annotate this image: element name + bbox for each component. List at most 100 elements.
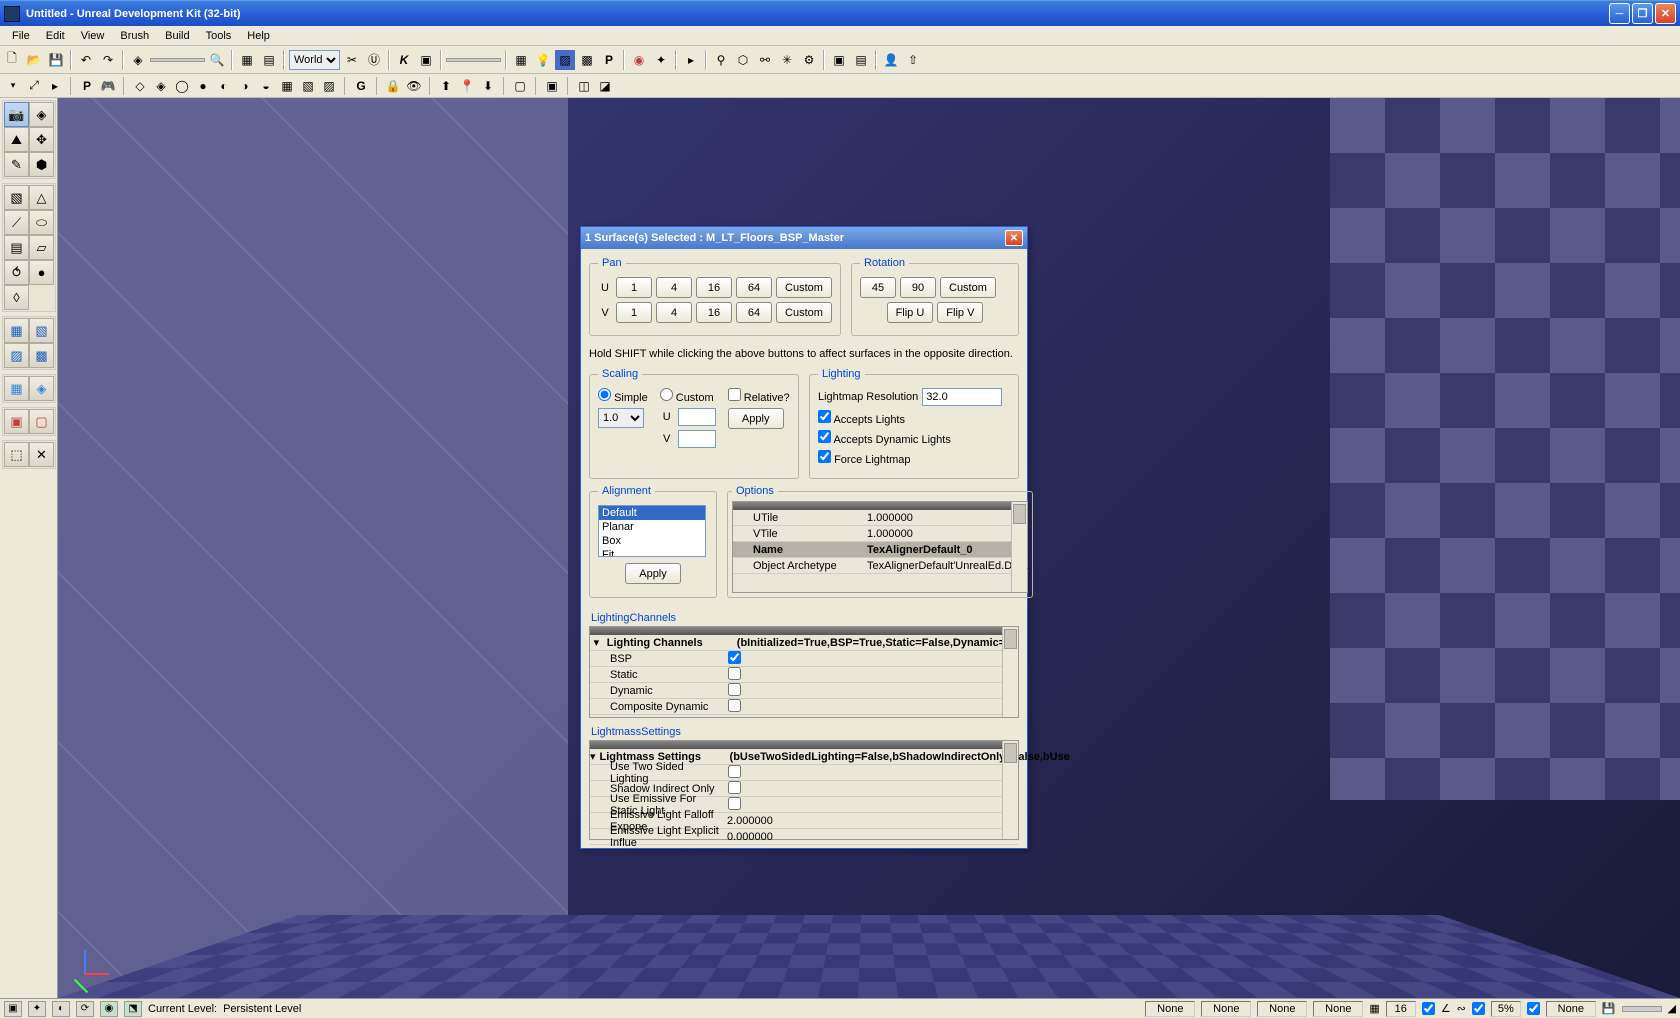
build-geom-icon[interactable]: ▦ xyxy=(511,50,531,70)
chevron-right-icon[interactable]: ▸ xyxy=(46,77,64,95)
build-lighting-icon[interactable]: 💡 xyxy=(533,50,553,70)
options-scrollbar[interactable] xyxy=(1011,502,1027,592)
close-button[interactable]: ✕ xyxy=(1655,3,1676,24)
maximize-button[interactable]: ❐ xyxy=(1632,3,1653,24)
csg-deintersect-icon[interactable]: ▩ xyxy=(29,343,54,368)
select-all-icon[interactable]: ✕ xyxy=(29,442,54,467)
sb-autosave-icon[interactable]: 💾 xyxy=(1602,1002,1616,1015)
menu-edit[interactable]: Edit xyxy=(38,28,73,44)
sb-radii-icon[interactable]: ◉ xyxy=(100,1001,118,1017)
transform-widget-icon[interactable]: ◈ xyxy=(128,50,148,70)
mesh-paint-icon[interactable]: ⬢ xyxy=(29,152,54,177)
hide-selected-icon[interactable]: ▢ xyxy=(29,409,54,434)
pan-v-16-button[interactable]: 16 xyxy=(696,302,732,323)
post-process-icon[interactable]: ◫ xyxy=(575,77,593,95)
unreal-icon[interactable]: Ⓤ xyxy=(364,50,384,70)
camera-speed-icon[interactable]: ⬆ xyxy=(437,77,455,95)
world-dropdown[interactable]: World xyxy=(289,50,340,70)
alignment-apply-button[interactable]: Apply xyxy=(625,563,681,584)
accepts-dynamic-checkbox[interactable]: Accepts Dynamic Lights xyxy=(818,430,951,446)
cone-brush-icon[interactable]: △ xyxy=(29,185,54,210)
pan-v-64-button[interactable]: 64 xyxy=(736,302,772,323)
volume-brush-icon[interactable]: ◈ xyxy=(29,376,54,401)
undo-icon[interactable]: ↶ xyxy=(76,50,96,70)
lm-emissive-checkbox[interactable] xyxy=(728,797,741,810)
menu-tools[interactable]: Tools xyxy=(198,28,240,44)
alignment-item-fit[interactable]: Fit xyxy=(599,548,705,557)
sb-psys-icon[interactable]: ✦ xyxy=(28,1001,46,1017)
expand-icon[interactable]: ⤢ xyxy=(25,77,43,95)
sb-field-1[interactable]: None xyxy=(1145,1001,1195,1017)
scaling-simple-radio[interactable]: Simple xyxy=(598,388,648,404)
sb-none-end[interactable]: None xyxy=(1546,1001,1596,1017)
sb-scale-icon[interactable]: ⬔ xyxy=(124,1001,142,1017)
rotate-90-button[interactable]: 90 xyxy=(900,277,936,298)
pan-u-custom-button[interactable]: Custom xyxy=(776,277,832,298)
lm-explicit-input[interactable] xyxy=(724,828,1018,846)
sb-field-4[interactable]: None xyxy=(1313,1001,1363,1017)
alignment-item-box[interactable]: Box xyxy=(599,534,705,548)
cube-brush-icon[interactable]: ▧ xyxy=(4,185,29,210)
pan-u-1-button[interactable]: 1 xyxy=(616,277,652,298)
alignment-item-default[interactable]: Default xyxy=(599,506,705,520)
transform-slider[interactable] xyxy=(150,58,205,62)
texture-mode-icon[interactable]: ✎ xyxy=(4,152,29,177)
sphere-brush-icon[interactable]: ● xyxy=(29,260,54,285)
show-selected-icon[interactable]: ▣ xyxy=(4,409,29,434)
scaling-u-input[interactable] xyxy=(678,408,716,426)
sb-check1[interactable] xyxy=(1422,1002,1435,1015)
wire-brush-icon[interactable]: ◈ xyxy=(152,77,170,95)
sb-percent[interactable]: 5% xyxy=(1491,1001,1521,1017)
camera-pin-icon[interactable]: 📍 xyxy=(458,77,476,95)
utile-val[interactable]: 1.000000 xyxy=(863,512,1027,524)
build-cover-icon[interactable]: ▩ xyxy=(577,50,597,70)
light-complexity-icon[interactable]: ◒ xyxy=(257,77,275,95)
lc-scrollbar[interactable] xyxy=(1002,627,1018,717)
vtile-val[interactable]: 1.000000 xyxy=(863,528,1027,540)
sb-snap-value[interactable]: 16 xyxy=(1386,1001,1416,1017)
pan-v-1-button[interactable]: 1 xyxy=(616,302,652,323)
scaling-custom-radio[interactable]: Custom xyxy=(660,388,714,404)
lighting-only-icon[interactable]: ◑ xyxy=(236,77,254,95)
force-lightmap-checkbox[interactable]: Force Lightmap xyxy=(818,450,911,466)
sb-resize-grip-icon[interactable]: ◢ xyxy=(1668,1002,1676,1015)
pan-u-16-button[interactable]: 16 xyxy=(696,277,732,298)
sb-prefab-icon[interactable]: ▣ xyxy=(4,1001,22,1017)
nav-icon[interactable]: ⬡ xyxy=(733,50,753,70)
sb-lod-icon[interactable]: ◐ xyxy=(52,1001,70,1017)
search-icon[interactable]: 🔍 xyxy=(207,50,227,70)
sb-stream-icon[interactable]: ⟳ xyxy=(76,1001,94,1017)
wireframe-icon[interactable]: ◇ xyxy=(131,77,149,95)
rotate-custom-button[interactable]: Custom xyxy=(940,277,996,298)
build-all-icon[interactable]: P xyxy=(599,50,619,70)
menu-build[interactable]: Build xyxy=(157,28,197,44)
scaling-relative-checkbox[interactable]: Relative? xyxy=(728,388,790,404)
sb-check2[interactable] xyxy=(1472,1002,1485,1015)
menu-file[interactable]: File xyxy=(4,28,38,44)
texture-density-icon[interactable]: ▦ xyxy=(278,77,296,95)
layers-icon[interactable]: ▣ xyxy=(829,50,849,70)
expand-lc-icon[interactable]: ▾ xyxy=(590,636,603,649)
special-brush-icon[interactable]: ▦ xyxy=(4,376,29,401)
csg-subtract-icon[interactable]: ▧ xyxy=(29,318,54,343)
flip-v-button[interactable]: Flip V xyxy=(937,302,983,323)
play-icon[interactable]: ▸ xyxy=(681,50,701,70)
menu-view[interactable]: View xyxy=(73,28,113,44)
link-icon[interactable]: ⚯ xyxy=(755,50,775,70)
camera-mode-icon[interactable]: 📷 xyxy=(4,102,29,127)
lc-composite-checkbox[interactable] xyxy=(728,699,741,712)
gear-icon[interactable]: ⚙ xyxy=(799,50,819,70)
tags-icon[interactable]: ▤ xyxy=(851,50,871,70)
lc-bsp-checkbox[interactable] xyxy=(728,651,741,664)
square-icon[interactable]: ▢ xyxy=(511,77,529,95)
detail-light-icon[interactable]: ◐ xyxy=(215,77,233,95)
level-stream-icon[interactable]: ▣ xyxy=(543,77,561,95)
scaling-apply-button[interactable]: Apply xyxy=(728,408,784,429)
lit-icon[interactable]: ● xyxy=(194,77,212,95)
geometry-mode-icon[interactable]: ◈ xyxy=(29,102,54,127)
kismet-icon[interactable]: K xyxy=(394,50,414,70)
build-paths-icon[interactable]: ▨ xyxy=(555,50,575,70)
lock-icon[interactable]: 🔒 xyxy=(384,77,402,95)
matinee-icon[interactable]: ▣ xyxy=(416,50,436,70)
lightmap-density-icon[interactable]: ▨ xyxy=(320,77,338,95)
